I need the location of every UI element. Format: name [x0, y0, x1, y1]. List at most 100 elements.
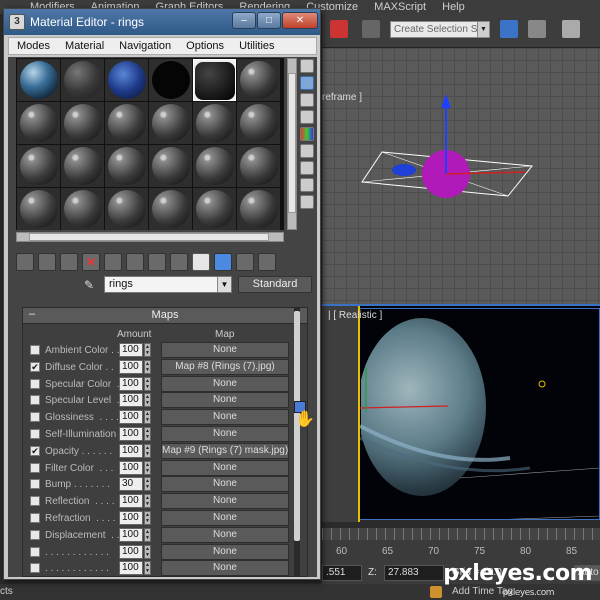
abc-icon[interactable] [362, 20, 380, 38]
sample-slot[interactable] [105, 102, 148, 144]
maps-scrollbar[interactable] [294, 307, 300, 577]
y-coordinate-field[interactable]: .551 [322, 565, 362, 581]
sample-slot[interactable] [149, 145, 192, 187]
map-enable-checkbox[interactable] [30, 563, 40, 574]
lock-icon[interactable] [430, 586, 442, 598]
timeline-ruler[interactable] [322, 528, 600, 540]
selection-set-dropdown[interactable]: Create Selection Se ▼ [390, 21, 490, 38]
sample-slot[interactable] [61, 145, 104, 187]
make-unique-icon[interactable] [104, 253, 122, 271]
amount-spinner[interactable]: ▲ ▼ [144, 527, 151, 542]
map-enable-checkbox[interactable] [30, 496, 40, 507]
sample-slot[interactable] [105, 188, 148, 230]
minimize-button[interactable]: – [232, 12, 256, 29]
get-material-icon[interactable] [16, 253, 34, 271]
map-slot-button[interactable]: None [161, 409, 289, 426]
amount-spinner[interactable]: ▲ ▼ [144, 561, 151, 576]
put-to-scene-icon[interactable] [38, 253, 56, 271]
amount-spinner[interactable]: ▲ ▼ [144, 460, 151, 475]
sample-slot[interactable] [149, 59, 192, 101]
uv-tiling-icon[interactable] [300, 110, 314, 124]
go-to-parent-icon[interactable] [214, 253, 232, 271]
map-amount-input[interactable]: 100 [119, 393, 143, 408]
map-amount-input[interactable]: 100 [119, 494, 143, 509]
eyedropper-icon[interactable]: ✎ [84, 278, 98, 292]
sample-slot[interactable] [61, 188, 104, 230]
layer-icon[interactable] [562, 20, 580, 38]
map-enable-checkbox[interactable] [30, 529, 40, 540]
scrollbar-thumb[interactable] [288, 73, 296, 213]
background-checker-icon[interactable] [300, 93, 314, 107]
sample-slot[interactable] [149, 188, 192, 230]
material-id-channel-icon[interactable] [148, 253, 166, 271]
select-by-material-icon[interactable] [300, 178, 314, 192]
map-slot-button[interactable]: None [161, 510, 289, 526]
map-amount-input[interactable]: 100 [119, 410, 143, 425]
material-map-navigator-icon[interactable] [300, 195, 314, 209]
sample-slot[interactable] [237, 102, 280, 144]
map-slot-button[interactable]: Map #9 (Rings (7) mask.jpg) [161, 442, 289, 459]
map-enable-checkbox[interactable] [30, 513, 40, 523]
map-enable-checkbox[interactable] [30, 546, 40, 557]
slots-horizontal-scrollbar[interactable] [16, 232, 284, 242]
sample-slot[interactable] [17, 59, 60, 101]
amount-spinner[interactable]: ▲ ▼ [144, 393, 151, 408]
sample-slot[interactable] [237, 188, 280, 230]
close-button[interactable]: ✕ [282, 12, 318, 29]
sample-slot-active[interactable] [193, 59, 236, 101]
map-enable-checkbox[interactable] [30, 345, 40, 355]
align-icon[interactable] [528, 20, 546, 38]
material-editor-titlebar[interactable]: 3 Material Editor - rings – □ ✕ [4, 9, 320, 35]
menu-maxscript[interactable]: MAXScript [374, 0, 426, 14]
sample-slot[interactable] [17, 188, 60, 230]
sample-slot[interactable] [17, 145, 60, 187]
amount-spinner[interactable]: ▲ ▼ [144, 359, 151, 374]
options-icon[interactable] [300, 161, 314, 175]
slots-vertical-scrollbar[interactable] [287, 58, 297, 230]
amount-spinner[interactable]: ▲ ▼ [144, 544, 151, 559]
select-link-icon[interactable] [330, 20, 348, 38]
map-amount-input[interactable]: 100 [119, 343, 143, 357]
maximize-button[interactable]: □ [257, 12, 281, 29]
scrollbar-thumb[interactable] [29, 233, 269, 241]
go-forward-to-sibling-icon[interactable] [236, 253, 254, 271]
amount-spinner[interactable]: ▲ ▼ [144, 477, 151, 492]
map-enable-checkbox[interactable] [30, 395, 40, 406]
map-enable-checkbox[interactable] [30, 412, 40, 423]
map-amount-input[interactable]: 100 [119, 527, 143, 542]
map-slot-button[interactable]: None [161, 342, 289, 358]
sample-slot[interactable] [193, 102, 236, 144]
map-amount-input[interactable]: 100 [119, 443, 143, 458]
map-amount-input[interactable]: 30 [119, 477, 143, 492]
sample-slot[interactable] [149, 102, 192, 144]
menu-navigation[interactable]: Navigation [111, 38, 178, 54]
sample-slot[interactable] [237, 145, 280, 187]
amount-spinner[interactable]: ▲ ▼ [144, 443, 151, 458]
menu-options[interactable]: Options [178, 38, 231, 54]
map-amount-input[interactable]: 100 [119, 561, 143, 576]
map-slot-button[interactable]: Map #8 (Rings (7).jpg) [161, 358, 289, 375]
amount-spinner[interactable]: ▲ ▼ [144, 410, 151, 425]
map-slot-button[interactable]: None [161, 493, 289, 510]
amount-spinner[interactable]: ▲ ▼ [144, 427, 151, 441]
amount-spinner[interactable]: ▲ ▼ [144, 343, 151, 357]
z-coordinate-field[interactable]: 27.883 [384, 565, 444, 581]
map-enable-checkbox[interactable] [30, 462, 40, 473]
sample-slot[interactable] [17, 102, 60, 144]
chevron-down-icon[interactable]: ▼ [217, 277, 231, 292]
map-slot-button[interactable]: None [161, 543, 289, 560]
show-end-result-icon[interactable] [192, 253, 210, 271]
material-name-field[interactable]: rings ▼ [104, 276, 232, 293]
sample-slot[interactable] [105, 145, 148, 187]
sample-slot[interactable] [237, 59, 280, 101]
mirror-icon[interactable] [500, 20, 518, 38]
backlight-icon[interactable] [300, 76, 314, 90]
map-amount-input[interactable]: 100 [119, 359, 143, 374]
menu-modes[interactable]: Modes [9, 38, 57, 54]
make-preview-icon[interactable] [300, 144, 314, 158]
sample-slot[interactable] [193, 145, 236, 187]
map-slot-button[interactable]: None [161, 426, 289, 442]
map-enable-checkbox[interactable] [30, 378, 40, 389]
menu-material[interactable]: Material [57, 38, 111, 54]
maps-rollout-header[interactable]: – Maps [23, 308, 307, 324]
